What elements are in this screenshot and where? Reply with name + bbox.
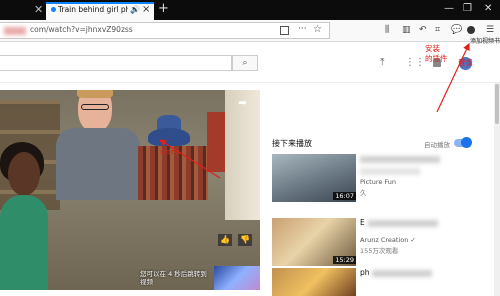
nav-toolbar: com/watch?v=jhnxvZ90zss ··· ☆ ⫼ ▥ ↶ ⌗ 💬 …: [0, 20, 500, 42]
video-bookmark-extension-icon[interactable]: [467, 26, 475, 34]
channel-name[interactable]: Arunz Creation ✓: [360, 236, 416, 244]
thumb-down-icon[interactable]: 👎: [238, 234, 252, 246]
video-player[interactable]: [0, 90, 260, 290]
view-count: 久: [360, 189, 367, 197]
addon-bar-text: 添加视频书签: [470, 38, 500, 45]
tab-active[interactable]: Train behind girl photo 🔊 ×: [46, 2, 154, 20]
back-icon[interactable]: ↶: [419, 24, 427, 36]
search-icon: ⌕: [242, 58, 248, 68]
video-title[interactable]: ph: [360, 268, 370, 277]
more-icon[interactable]: ···: [298, 24, 307, 34]
duration-badge: 16:07: [333, 192, 356, 200]
library-icon[interactable]: ⫼: [385, 24, 389, 36]
thumb-up-icon[interactable]: 👍: [218, 234, 232, 246]
upload-icon[interactable]: ⤒: [380, 57, 384, 68]
loading-dot-icon: [51, 7, 56, 12]
qr-code-icon[interactable]: [280, 26, 289, 35]
video-title[interactable]: E: [360, 218, 365, 227]
view-count: 155万次观看: [360, 247, 399, 255]
list-item[interactable]: 16:07 Picture Fun 久: [272, 154, 492, 202]
url-bar[interactable]: com/watch?v=jhnxvZ90zss ··· ☆: [0, 22, 330, 39]
tab-close-icon[interactable]: ×: [142, 4, 150, 15]
scroll-thumb[interactable]: [495, 84, 499, 124]
skip-countdown-text: 您可以在 4 秒后跳转到视频: [140, 270, 207, 286]
search-button[interactable]: ⌕: [232, 55, 258, 71]
share-icon[interactable]: ➦: [238, 96, 247, 109]
autoplay-label: 自动播放: [424, 141, 450, 149]
title-redacted: [372, 270, 432, 277]
title-redacted: [368, 220, 438, 227]
video-mannequin: [207, 112, 225, 172]
menu-icon[interactable]: ☰: [486, 24, 494, 36]
bookmark-star-icon[interactable]: ☆: [313, 24, 322, 35]
video-person-face: [8, 152, 40, 196]
next-video-thumbnail[interactable]: [214, 266, 260, 290]
speaker-icon[interactable]: 🔊: [130, 5, 140, 14]
list-item[interactable]: 15:29 E Arunz Creation ✓ 155万次观看: [272, 218, 492, 266]
video-curtain: [225, 90, 260, 220]
duration-badge: 15:29: [333, 256, 356, 264]
video-thumbnail[interactable]: 16:07: [272, 154, 356, 202]
close-icon[interactable]: ✕: [34, 3, 43, 17]
up-next-sidebar: 接下来播放 自动播放 16:07 Picture Fun 久 15:29 E A…: [272, 130, 492, 296]
search-input[interactable]: [0, 55, 232, 71]
up-next-label: 接下来播放: [272, 139, 312, 148]
video-hat: [148, 128, 190, 146]
window-close-icon[interactable]: ✕: [484, 3, 492, 14]
url-text: com/watch?v=jhnxvZ90zss: [30, 25, 133, 34]
annotation-login: 登录: [458, 58, 473, 67]
tab-title: Train behind girl photo: [58, 5, 128, 14]
annotation-installed-plugin: 安装 的插件: [425, 44, 448, 63]
tab-bar: ✕ Train behind girl photo 🔊 × + — ❐ ✕: [0, 0, 500, 20]
minimize-icon[interactable]: —: [444, 3, 454, 14]
video-man-glasses: [81, 104, 109, 110]
title-redacted: [360, 156, 440, 163]
sidebar-icon[interactable]: ▥: [402, 24, 411, 36]
crop-icon[interactable]: ⌗: [435, 24, 440, 36]
restore-icon[interactable]: ❐: [463, 3, 472, 14]
new-tab-button[interactable]: +: [158, 2, 169, 16]
channel-name[interactable]: Picture Fun: [360, 178, 396, 186]
video-man-body: [56, 128, 140, 200]
autoplay-toggle-knob[interactable]: [461, 137, 472, 148]
video-thumbnail[interactable]: 15:29: [272, 218, 356, 266]
chat-icon[interactable]: 💬: [451, 24, 462, 36]
apps-icon[interactable]: ⋮⋮: [405, 57, 425, 68]
video-man-hair: [77, 90, 113, 98]
list-item[interactable]: ph: [272, 268, 492, 296]
video-person-body: [0, 195, 48, 290]
video-thumbnail[interactable]: [272, 268, 356, 296]
annotation-video: video: [160, 148, 180, 156]
url-redacted: [4, 27, 26, 35]
title-redacted-2: [360, 168, 420, 175]
